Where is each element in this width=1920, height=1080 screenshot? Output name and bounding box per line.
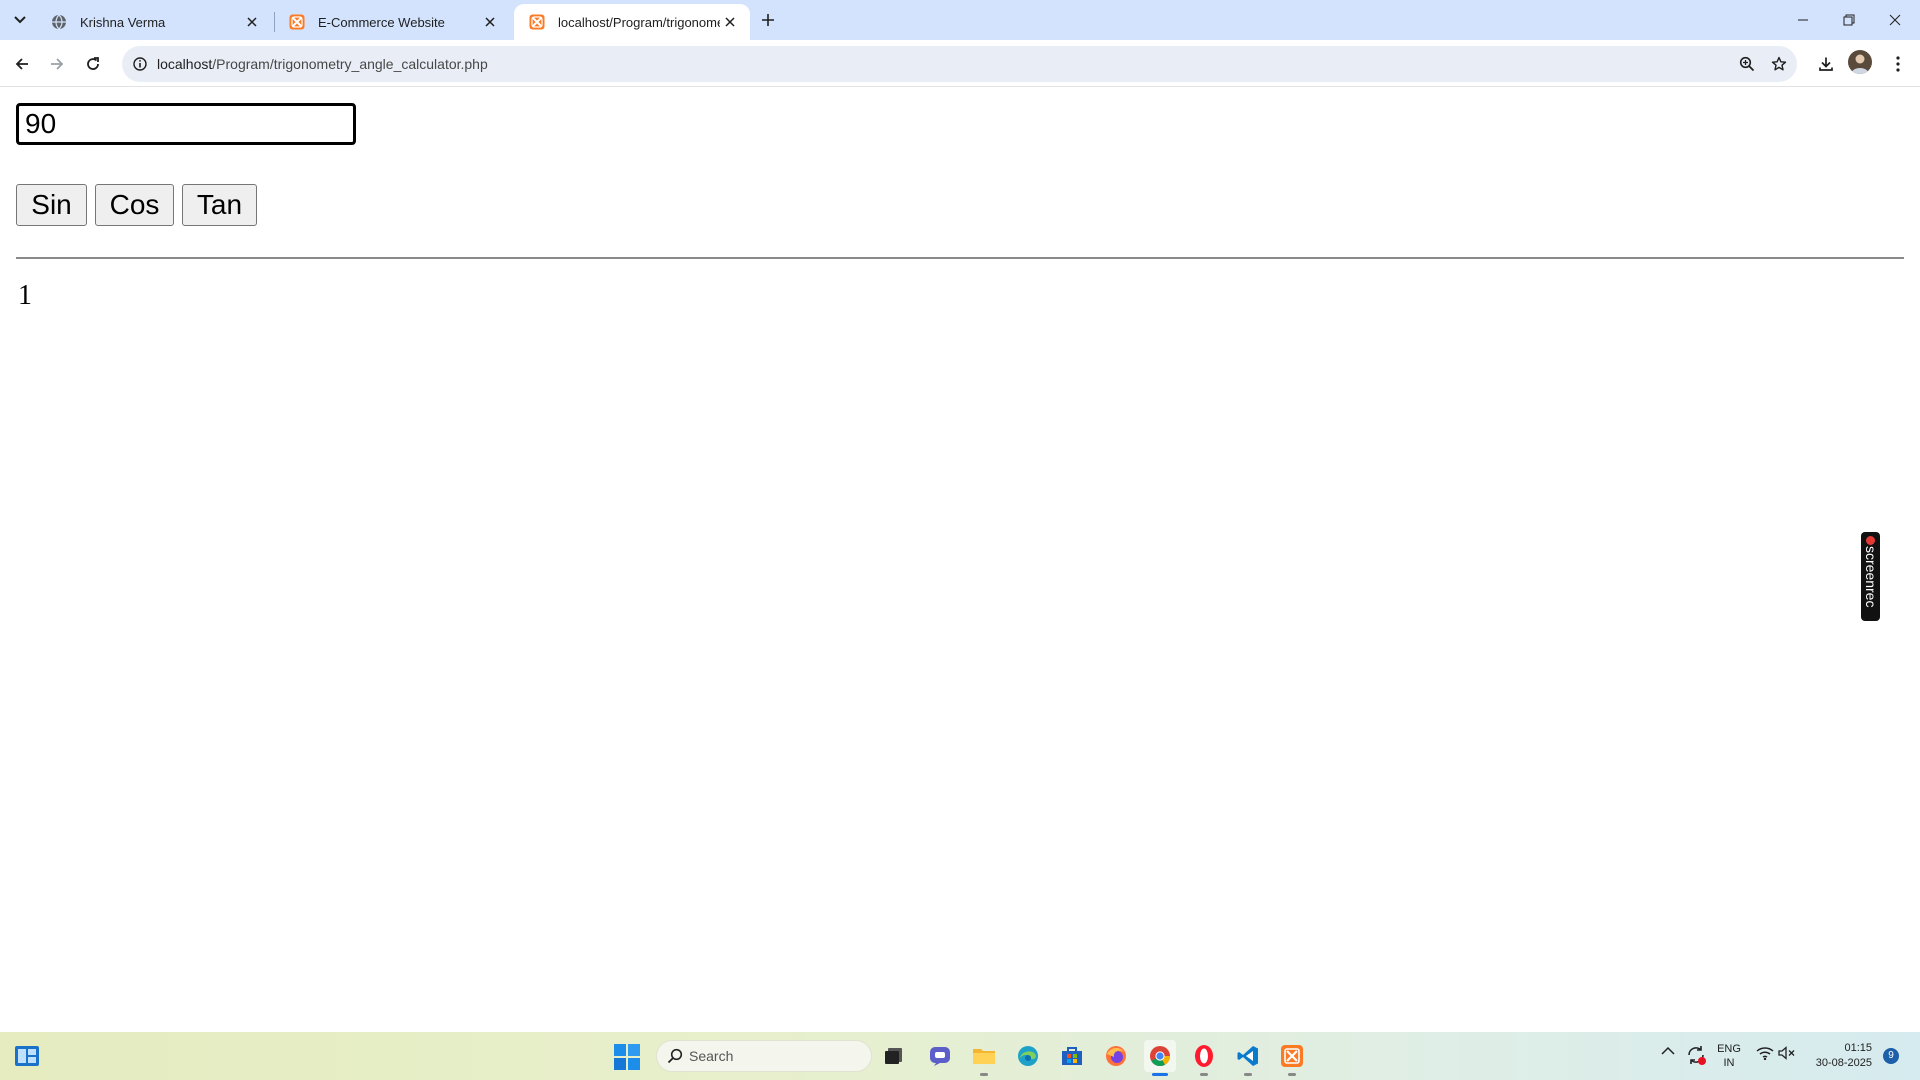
tab-krishna-verma[interactable]: Krishna Verma [36,4,272,40]
screenrec-label: screenrec [1863,546,1879,608]
tab-strip: Krishna Verma E-Commerce Website localho… [0,0,1920,40]
tab-title: Krishna Verma [80,14,166,30]
address-bar[interactable]: localhost/Program/trigonometry_angle_cal… [122,46,1797,82]
sin-button[interactable]: Sin [16,184,87,226]
teams-icon[interactable] [924,1040,956,1072]
running-indicator [980,1073,988,1076]
cos-button[interactable]: Cos [95,184,174,226]
close-window-button[interactable] [1872,0,1918,40]
volume-muted-icon[interactable] [1778,1046,1796,1060]
back-button[interactable] [6,48,38,80]
region-line: IN [1723,1057,1735,1069]
reload-button[interactable] [77,48,109,80]
language-indicator[interactable]: ENG IN [1714,1042,1744,1070]
bookmark-star-icon[interactable] [1767,52,1791,76]
close-icon[interactable] [720,12,740,32]
menu-dots-icon[interactable] [1884,50,1912,78]
search-icon [667,1048,683,1064]
windows-start-icon[interactable] [614,1044,640,1070]
reload-icon [87,57,99,70]
horizontal-rule [16,257,1904,259]
running-indicator [1152,1073,1168,1076]
url-path: /Program/trigonometry_angle_calculator.p… [212,56,488,72]
vscode-icon[interactable] [1232,1040,1264,1076]
minimize-icon [1798,19,1808,21]
arrow-left-icon [15,58,28,70]
tab-trigonometry-calculator[interactable]: localhost/Program/trigonometry_angle_cal… [514,4,750,40]
chevron-up-icon[interactable] [1661,1046,1675,1056]
xampp-icon[interactable] [1276,1040,1308,1076]
task-view-icon[interactable] [878,1040,910,1072]
file-explorer-icon[interactable] [968,1040,1000,1076]
minimize-button[interactable] [1780,0,1826,40]
running-indicator [1200,1073,1208,1076]
page-content: Sin Cos Tan 1 screenrec [0,87,1920,1032]
xampp-icon [288,13,306,31]
globe-icon [50,13,68,31]
profile-avatar[interactable] [1848,50,1872,74]
tab-title: localhost/Program/trigonometry_angle_cal… [558,14,720,30]
new-tab-button[interactable] [754,8,782,32]
close-icon [1889,14,1901,26]
url-host: localhost [157,56,213,72]
zoom-icon[interactable] [1735,52,1759,76]
tab-ecommerce-website[interactable]: E-Commerce Website [274,4,510,40]
taskbar: Search ENG IN 01:15 30-08-2025 9 [0,1032,1920,1080]
store-icon[interactable] [1056,1040,1088,1072]
forward-button[interactable] [41,48,73,80]
xampp-icon [528,13,546,31]
widgets-icon[interactable] [14,1045,40,1067]
result-output: 1 [18,280,32,311]
clock[interactable]: 01:15 30-08-2025 [1808,1041,1872,1071]
search-label: Search [689,1048,734,1064]
wifi-icon[interactable] [1756,1046,1774,1060]
close-icon[interactable] [242,12,262,32]
edge-icon[interactable] [1012,1040,1044,1072]
taskbar-search-box[interactable]: Search [656,1040,872,1072]
close-icon[interactable] [480,12,500,32]
restore-icon [1843,14,1855,26]
firefox-icon[interactable] [1100,1040,1132,1072]
language-line: ENG [1717,1043,1741,1055]
info-icon[interactable] [128,52,152,76]
tan-button[interactable]: Tan [182,184,257,226]
running-indicator [1244,1073,1252,1076]
screenrec-overlay[interactable]: screenrec [1861,532,1880,621]
arrow-right-icon [51,58,64,70]
record-dot-icon [1866,536,1875,545]
browser-toolbar: localhost/Program/trigonometry_angle_cal… [0,40,1920,87]
tab-title: E-Commerce Website [318,14,445,30]
clock-date: 30-08-2025 [1815,1057,1872,1069]
opera-icon[interactable] [1188,1040,1220,1076]
url-text: localhost/Program/trigonometry_angle_cal… [157,56,488,72]
clock-time: 01:15 [1844,1042,1872,1054]
running-indicator [1288,1073,1296,1076]
chrome-icon[interactable] [1144,1040,1176,1076]
download-icon[interactable] [1812,50,1840,78]
angle-input[interactable] [16,103,356,145]
tab-search-button[interactable] [5,8,35,32]
sync-icon[interactable] [1685,1044,1707,1066]
chevron-down-icon [14,16,26,24]
notification-badge[interactable]: 9 [1883,1048,1899,1064]
plus-icon [762,14,774,26]
restore-button[interactable] [1826,0,1872,40]
